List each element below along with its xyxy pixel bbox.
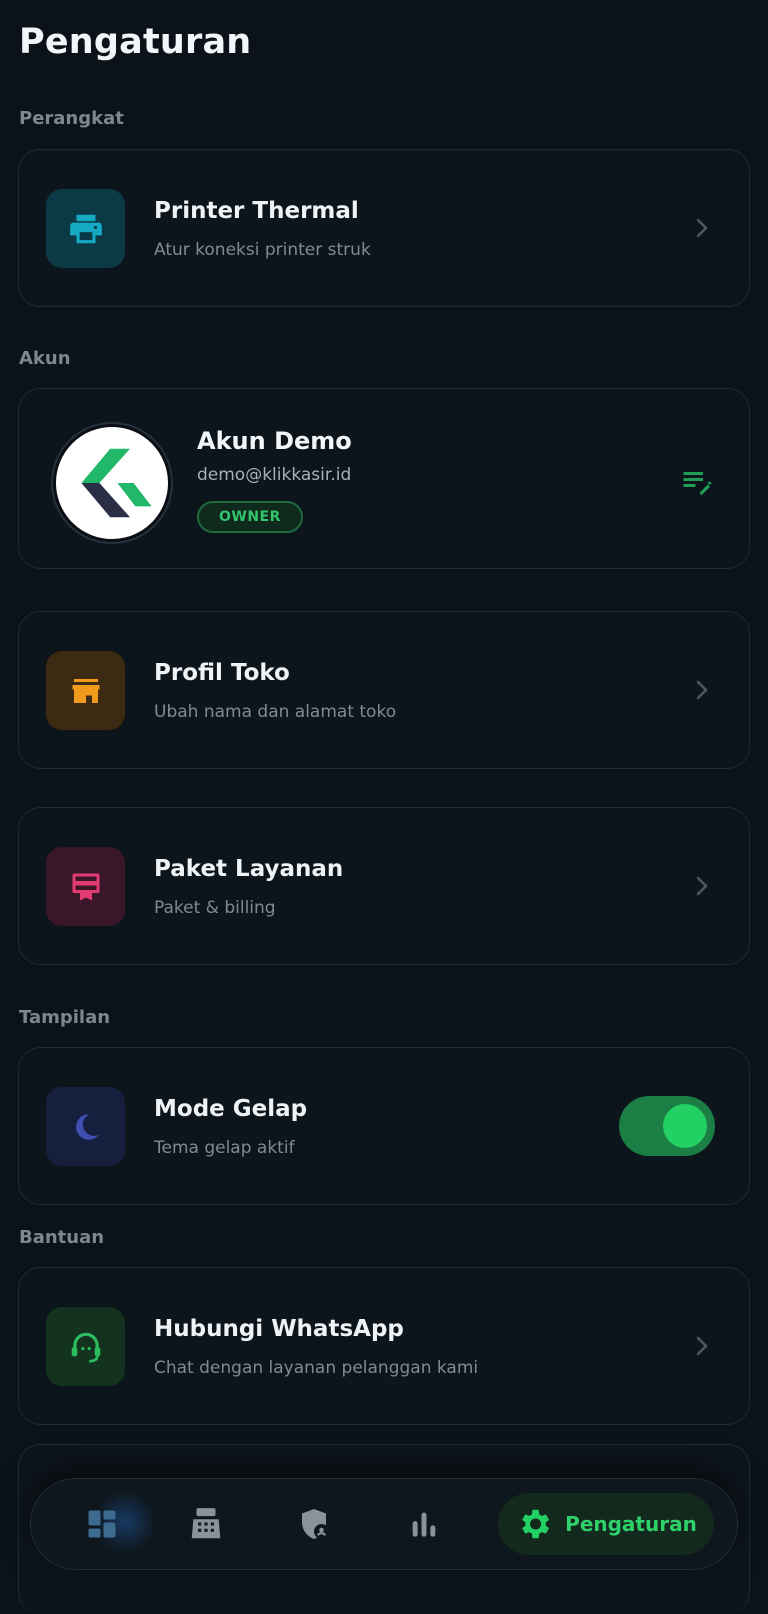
printer-icon <box>46 189 125 268</box>
nav-admin[interactable] <box>269 1493 359 1555</box>
chevron-right-icon <box>691 217 713 239</box>
paket-subtitle: Paket & billing <box>154 898 276 918</box>
printer-subtitle: Atur koneksi printer struk <box>154 240 371 260</box>
section-label-bantuan: Bantuan <box>19 1227 105 1248</box>
dashboard-icon <box>88 1510 116 1538</box>
role-badge: OWNER <box>197 501 303 533</box>
printer-thermal-item[interactable]: Printer Thermal Atur koneksi printer str… <box>18 149 750 307</box>
section-label-tampilan: Tampilan <box>19 1007 111 1028</box>
mode-gelap-title: Mode Gelap <box>154 1096 308 1122</box>
chevron-right-icon <box>691 875 713 897</box>
cash-register-icon <box>191 1508 221 1539</box>
paket-layanan-item[interactable]: Paket Layanan Paket & billing <box>18 807 750 965</box>
klikkasir-logo-icon <box>81 448 152 518</box>
edit-note-icon[interactable] <box>679 463 715 499</box>
nav-settings-label: Pengaturan <box>565 1512 697 1536</box>
nav-reports[interactable] <box>379 1493 469 1555</box>
nav-dashboard[interactable] <box>57 1487 153 1557</box>
mode-gelap-subtitle: Tema gelap aktif <box>154 1138 295 1158</box>
whatsapp-title: Hubungi WhatsApp <box>154 1316 404 1342</box>
mode-gelap-item: Mode Gelap Tema gelap aktif <box>18 1047 750 1205</box>
bottom-navigation: Pengaturan <box>30 1478 738 1570</box>
whatsapp-subtitle: Chat dengan layanan pelanggan kami <box>154 1358 479 1378</box>
support-agent-icon <box>46 1307 125 1386</box>
chevron-right-icon <box>691 679 713 701</box>
avatar <box>53 424 171 542</box>
page-title: Pengaturan <box>19 22 252 62</box>
toggle-knob <box>663 1104 707 1148</box>
account-email: demo@klikkasir.id <box>197 465 352 485</box>
profil-toko-subtitle: Ubah nama dan alamat toko <box>154 702 397 722</box>
bar-chart-icon <box>412 1512 436 1537</box>
profil-toko-item[interactable]: Profil Toko Ubah nama dan alamat toko <box>18 611 750 769</box>
section-label-perangkat: Perangkat <box>19 108 124 129</box>
paket-title: Paket Layanan <box>154 856 344 882</box>
moon-icon <box>46 1087 125 1166</box>
section-label-akun: Akun <box>19 348 71 369</box>
profil-toko-title: Profil Toko <box>154 660 290 686</box>
account-card[interactable]: Akun Demo demo@klikkasir.id OWNER <box>18 388 750 569</box>
chevron-right-icon <box>691 1335 713 1357</box>
settings-icon <box>522 1509 550 1539</box>
store-icon <box>46 651 125 730</box>
nav-cashier[interactable] <box>161 1493 251 1555</box>
admin-shield-icon <box>302 1509 329 1539</box>
printer-title: Printer Thermal <box>154 198 359 224</box>
nav-settings[interactable]: Pengaturan <box>498 1493 714 1555</box>
whatsapp-item[interactable]: Hubungi WhatsApp Chat dengan layanan pel… <box>18 1267 750 1425</box>
card-membership-icon <box>46 847 125 926</box>
dark-mode-toggle[interactable] <box>619 1096 715 1156</box>
account-name: Akun Demo <box>197 427 352 455</box>
